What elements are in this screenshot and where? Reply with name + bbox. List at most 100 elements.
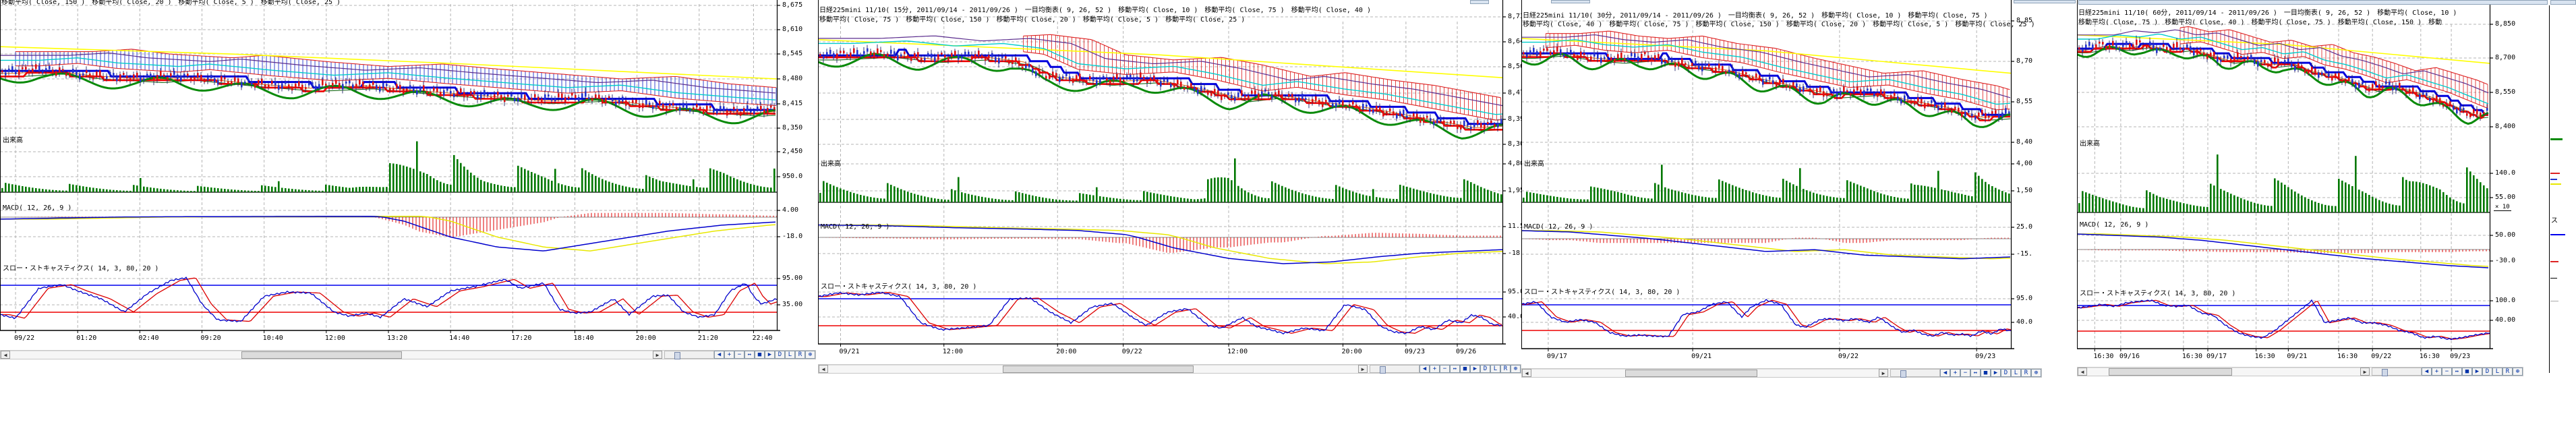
- scroll-start-button[interactable]: ◀: [2422, 368, 2432, 376]
- time-tick-label: 12:00: [943, 348, 963, 355]
- zoom-in-button[interactable]: +: [724, 351, 734, 359]
- fit-width-button[interactable]: ↔: [744, 351, 755, 359]
- time-tick-label: 20:00: [1056, 348, 1076, 355]
- zoom-out-button[interactable]: −: [1440, 365, 1450, 373]
- scrollbar-left-arrow-icon[interactable]: ◀: [2078, 368, 2087, 376]
- day-mode-button[interactable]: D: [2001, 369, 2011, 377]
- stoch-tick-label: 35.00: [782, 301, 802, 308]
- window-scrollbar-fragment[interactable]: [1551, 0, 1590, 3]
- time-tick-label: 13:20: [387, 334, 407, 342]
- scroll-start-button[interactable]: ◀: [714, 351, 724, 359]
- refresh-button[interactable]: R: [2502, 368, 2513, 376]
- time-tick-label: 09/23: [1975, 353, 1995, 360]
- target-button[interactable]: ⊕: [1511, 365, 1521, 373]
- stop-button[interactable]: ■: [755, 351, 765, 359]
- fit-width-button[interactable]: ↔: [1970, 369, 1981, 377]
- zoom-slider[interactable]: [1890, 369, 1940, 377]
- window-scrollbar-fragment[interactable]: [2014, 0, 2076, 3]
- chart-scrollbar[interactable]: ◀▶◀+−↔■▶DLR⊕: [1521, 368, 2042, 378]
- scroll-start-button[interactable]: ◀: [1419, 365, 1430, 373]
- scrollbar-track[interactable]: [2087, 368, 2360, 376]
- play-button[interactable]: ▶: [2472, 368, 2482, 376]
- zoom-in-button[interactable]: +: [1950, 369, 1960, 377]
- scrollbar-thumb[interactable]: [2109, 368, 2231, 376]
- chart-scrollbar[interactable]: ◀▶◀+−↔■▶DLR⊕: [818, 364, 1521, 374]
- scrollbar-right-arrow-icon[interactable]: ▶: [1358, 365, 1368, 373]
- macd-section-label: MACD( 12, 26, 9 ): [3, 204, 71, 212]
- zoom-slider-thumb[interactable]: [2382, 369, 2388, 376]
- chart-canvas[interactable]: [1521, 0, 2015, 351]
- scrollbar-track[interactable]: [828, 365, 1358, 373]
- zoom-slider[interactable]: [664, 351, 714, 359]
- stop-button[interactable]: ■: [2462, 368, 2472, 376]
- line-mode-button[interactable]: L: [2492, 368, 2502, 376]
- play-button[interactable]: ▶: [1470, 365, 1480, 373]
- chart-scrollbar[interactable]: ◀▶◀+−↔■▶DLR⊕: [0, 350, 816, 359]
- time-tick-label: 09/22: [14, 334, 34, 342]
- scrollbar-left-arrow-icon[interactable]: ◀: [1, 351, 10, 359]
- time-tick-label: 09/23: [1405, 348, 1425, 355]
- fit-width-button[interactable]: ↔: [1450, 365, 1460, 373]
- zoom-slider-thumb[interactable]: [1380, 366, 1386, 374]
- zoom-out-button[interactable]: −: [1960, 369, 1970, 377]
- scrollbar-right-arrow-icon[interactable]: ▶: [2360, 368, 2370, 376]
- refresh-button[interactable]: R: [795, 351, 805, 359]
- target-button[interactable]: ⊕: [805, 351, 815, 359]
- chart-canvas[interactable]: [2077, 0, 2494, 351]
- chart-scrollbar[interactable]: ◀▶◀+−↔■▶DLR⊕: [2077, 367, 2523, 376]
- day-mode-button[interactable]: D: [1480, 365, 1490, 373]
- scroll-start-button[interactable]: ◀: [1940, 369, 1950, 377]
- chart-canvas[interactable]: [0, 0, 781, 333]
- window-scrollbar-fragment[interactable]: [1470, 0, 1489, 4]
- fit-width-button[interactable]: ↔: [2452, 368, 2462, 376]
- macd-section-label: MACD( 12, 26, 9 ): [821, 223, 889, 231]
- time-tick-label: 17:20: [511, 334, 531, 342]
- play-button[interactable]: ▶: [765, 351, 775, 359]
- stop-button[interactable]: ■: [1460, 365, 1470, 373]
- clipped-chart-fragment: [2550, 179, 2557, 180]
- y-axis-label-column: 8,8508,7008,5508,400140.055.0050.00-30.0…: [2494, 0, 2523, 351]
- stoch-tick-label: 100.0: [2495, 297, 2515, 304]
- target-button[interactable]: ⊕: [2031, 369, 2041, 377]
- zoom-slider-thumb[interactable]: [674, 352, 680, 359]
- line-mode-button[interactable]: L: [1490, 365, 1500, 373]
- scrollbar-left-arrow-icon[interactable]: ◀: [819, 365, 828, 373]
- time-tick-label: 12:00: [1227, 348, 1248, 355]
- play-button[interactable]: ▶: [1991, 369, 2001, 377]
- target-button[interactable]: ⊕: [2513, 368, 2523, 376]
- refresh-button[interactable]: R: [1500, 365, 1511, 373]
- scrollbar-thumb[interactable]: [1625, 370, 1757, 377]
- window-scrollbar-fragment[interactable]: [2550, 0, 2576, 5]
- scrollbar-thumb[interactable]: [1003, 366, 1194, 373]
- zoom-slider[interactable]: [2372, 368, 2422, 376]
- zoom-in-button[interactable]: +: [2432, 368, 2442, 376]
- time-tick-label: 12:00: [325, 334, 345, 342]
- zoom-in-button[interactable]: +: [1430, 365, 1440, 373]
- line-mode-button[interactable]: L: [785, 351, 795, 359]
- time-tick-label: 14:40: [449, 334, 469, 342]
- day-mode-button[interactable]: D: [775, 351, 785, 359]
- refresh-button[interactable]: R: [2021, 369, 2031, 377]
- volume-tick-label: 140.0: [2495, 170, 2515, 177]
- scrollbar-right-arrow-icon[interactable]: ▶: [1879, 369, 1888, 377]
- price-tick-label: 8,675: [782, 2, 802, 9]
- scrollbar-right-arrow-icon[interactable]: ▶: [653, 351, 662, 359]
- chart-panel-nikkei225mini-30min: 8,858,708,558,404,001,5025.0-15.95.040.0…: [1521, 0, 2042, 437]
- zoom-out-button[interactable]: −: [2442, 368, 2452, 376]
- day-mode-button[interactable]: D: [2482, 368, 2492, 376]
- scrollbar-track[interactable]: [10, 351, 653, 359]
- scrollbar-thumb[interactable]: [241, 351, 402, 359]
- line-mode-button[interactable]: L: [2011, 369, 2021, 377]
- zoom-slider[interactable]: [1370, 365, 1419, 373]
- scrollbar-track[interactable]: [1531, 369, 1879, 377]
- stop-button[interactable]: ■: [1981, 369, 1991, 377]
- time-tick-label: 02:40: [138, 334, 158, 342]
- window-scrollbar-fragment[interactable]: [2078, 0, 2548, 5]
- zoom-slider-thumb[interactable]: [1900, 370, 1906, 378]
- chart-canvas[interactable]: [818, 0, 1506, 347]
- y-axis-label-column: 8,738,648,568,478,398,304,801,9511.5-18.…: [1506, 0, 1521, 347]
- price-tick-label: 8,850: [2495, 21, 2515, 28]
- price-tick-label: 8,70: [2016, 58, 2032, 65]
- zoom-out-button[interactable]: −: [734, 351, 744, 359]
- scrollbar-left-arrow-icon[interactable]: ◀: [1522, 369, 1531, 377]
